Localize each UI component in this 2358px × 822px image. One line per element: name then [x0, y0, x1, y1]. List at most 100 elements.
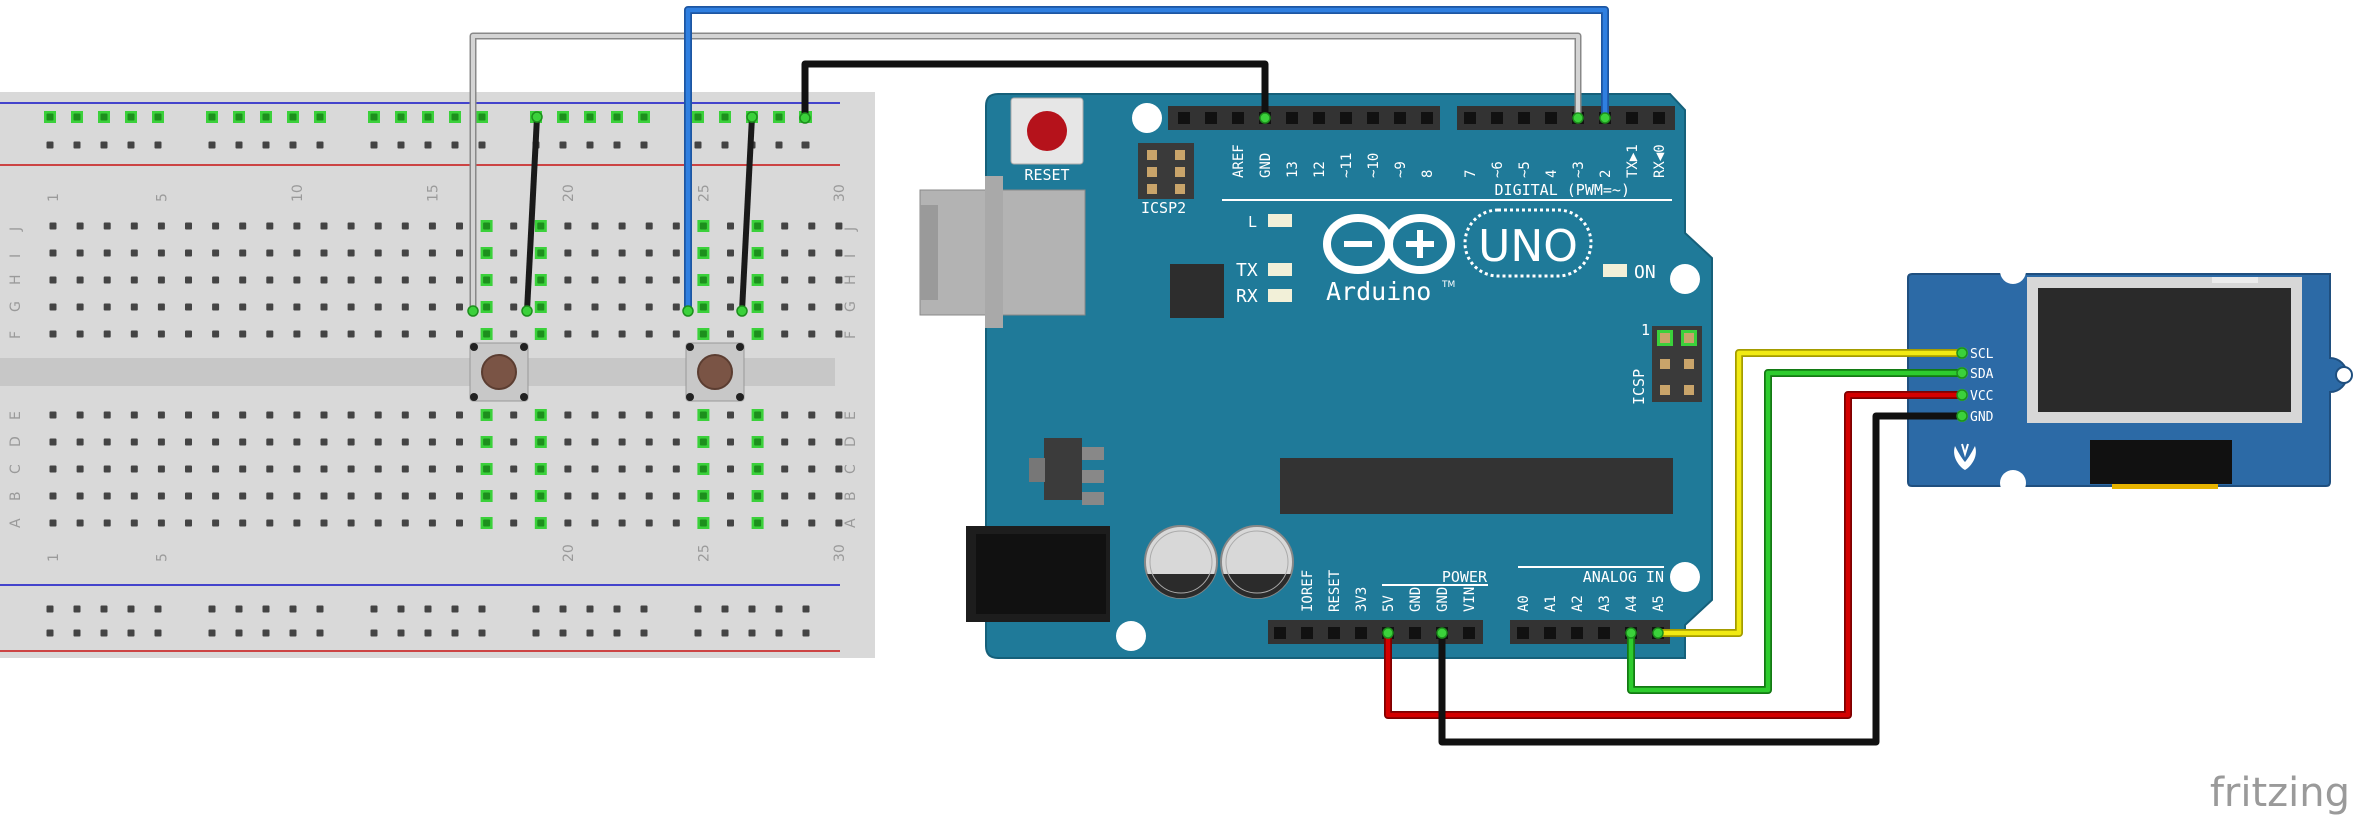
- digital-pin[interactable]: [1232, 112, 1244, 124]
- digital-pin[interactable]: [1394, 112, 1406, 124]
- digital-pin[interactable]: [1286, 112, 1298, 124]
- pushbutton-2[interactable]: [685, 342, 745, 402]
- digital-pin[interactable]: [1491, 112, 1503, 124]
- breadboard-row-letter: A: [8, 518, 24, 528]
- breadboard-hole: [347, 222, 355, 230]
- analog-pin[interactable]: [1598, 627, 1610, 639]
- rail-hole: [613, 629, 621, 637]
- breadboard-hole: [103, 303, 111, 311]
- power-header: [1268, 620, 1483, 644]
- digital-pin-label: 12: [1312, 161, 1328, 178]
- rail-hole: [73, 113, 81, 121]
- digital-pin-label: GND: [1258, 153, 1274, 178]
- led-tx: [1268, 263, 1292, 276]
- oled-display-module: SCL SDA VCC GND: [1907, 258, 2353, 496]
- capacitor: [1144, 525, 1218, 599]
- breadboard-hole: [293, 519, 301, 527]
- breadboard-hole: [483, 249, 491, 257]
- breadboard-hole: [645, 330, 653, 338]
- breadboard-hole: [401, 519, 409, 527]
- breadboard-hole: [374, 465, 382, 473]
- breadboard-row-letter: C: [8, 464, 24, 474]
- rail-hole: [694, 629, 702, 637]
- digital-pin-label: 2: [1598, 170, 1614, 178]
- breadboard-hole: [510, 276, 518, 284]
- rail-hole: [316, 605, 324, 613]
- power-pin[interactable]: [1409, 627, 1421, 639]
- breadboard-column-number: 5: [154, 553, 170, 562]
- breadboard-hole: [645, 465, 653, 473]
- rail-hole: [397, 605, 405, 613]
- breadboard-hole: [754, 519, 762, 527]
- digital-pin-label: ~11: [1339, 153, 1355, 178]
- digital-pin[interactable]: [1340, 112, 1352, 124]
- power-pin[interactable]: [1274, 627, 1286, 639]
- breadboard-hole: [483, 411, 491, 419]
- breadboard-column-number: 1: [46, 193, 62, 202]
- analog-pin[interactable]: [1517, 627, 1529, 639]
- button-cap[interactable]: [481, 354, 517, 390]
- breadboard-hole: [781, 330, 789, 338]
- breadboard-hole: [185, 465, 192, 473]
- rail-hole: [748, 629, 756, 637]
- rail-hole: [262, 605, 270, 613]
- breadboard-hole: [428, 303, 436, 311]
- digital-pin[interactable]: [1545, 112, 1557, 124]
- digital-pin[interactable]: [1653, 112, 1665, 124]
- breadboard-row-letter: G: [8, 301, 24, 312]
- rail-hole: [451, 629, 459, 637]
- breadboard-hole: [239, 492, 247, 500]
- analog-pin[interactable]: [1571, 627, 1583, 639]
- breadboard-hole: [510, 249, 518, 257]
- digital-pin[interactable]: [1421, 112, 1433, 124]
- rail-hole: [451, 141, 459, 149]
- rail-hole: [559, 629, 567, 637]
- mounting-hole: [1670, 264, 1700, 294]
- breadboard-hole: [49, 411, 57, 419]
- icsp-pin: [1684, 359, 1694, 369]
- analog-pin[interactable]: [1544, 627, 1556, 639]
- reset-button[interactable]: [1027, 111, 1067, 151]
- breadboard-hole: [754, 492, 762, 500]
- breadboard-hole: [727, 438, 734, 446]
- button-cap[interactable]: [697, 354, 733, 390]
- rail-hole: [316, 629, 324, 637]
- breadboard-hole: [428, 276, 436, 284]
- breadboard-hole: [645, 222, 653, 230]
- rail-hole: [775, 113, 783, 121]
- digital-pin[interactable]: [1626, 112, 1638, 124]
- breadboard-hole: [727, 465, 734, 473]
- breadboard-hole: [618, 438, 626, 446]
- breadboard-hole: [645, 303, 653, 311]
- power-pin[interactable]: [1328, 627, 1340, 639]
- pushbutton-1[interactable]: [469, 342, 529, 402]
- led-tx-label: TX: [1236, 260, 1258, 281]
- digital-pin[interactable]: [1178, 112, 1190, 124]
- power-pin[interactable]: [1463, 627, 1475, 639]
- rail-hole: [154, 629, 162, 637]
- arduino-uno: RESET ICSP2 AREF GND 13 12 ~11 ~10 ~9 8 7 ~6 ~5 4 ~3…: [919, 93, 1713, 659]
- digital-pin[interactable]: [1367, 112, 1379, 124]
- breadboard-hole: [347, 276, 355, 284]
- wire-endpoint: [736, 305, 748, 317]
- power-pin[interactable]: [1355, 627, 1367, 639]
- digital-pin[interactable]: [1313, 112, 1325, 124]
- breadboard-hole: [727, 249, 734, 257]
- breadboard-hole: [564, 519, 572, 527]
- breadboard-hole: [591, 411, 599, 419]
- digital-pin[interactable]: [1518, 112, 1530, 124]
- breadboard-hole: [808, 249, 816, 257]
- breadboard-hole: [239, 519, 247, 527]
- breadboard-hole: [212, 276, 220, 284]
- breadboard-hole: [103, 492, 111, 500]
- power-pin-label: GND: [1408, 587, 1424, 612]
- breadboard-hole: [835, 330, 843, 338]
- breadboard-hole: [672, 438, 680, 446]
- digital-pin[interactable]: [1464, 112, 1476, 124]
- digital-pin[interactable]: [1205, 112, 1217, 124]
- rail-hole: [640, 113, 648, 121]
- breadboard-column-number: 30: [832, 184, 848, 202]
- power-pin[interactable]: [1301, 627, 1313, 639]
- breadboard-hole: [320, 222, 328, 230]
- rail-hole: [721, 141, 729, 149]
